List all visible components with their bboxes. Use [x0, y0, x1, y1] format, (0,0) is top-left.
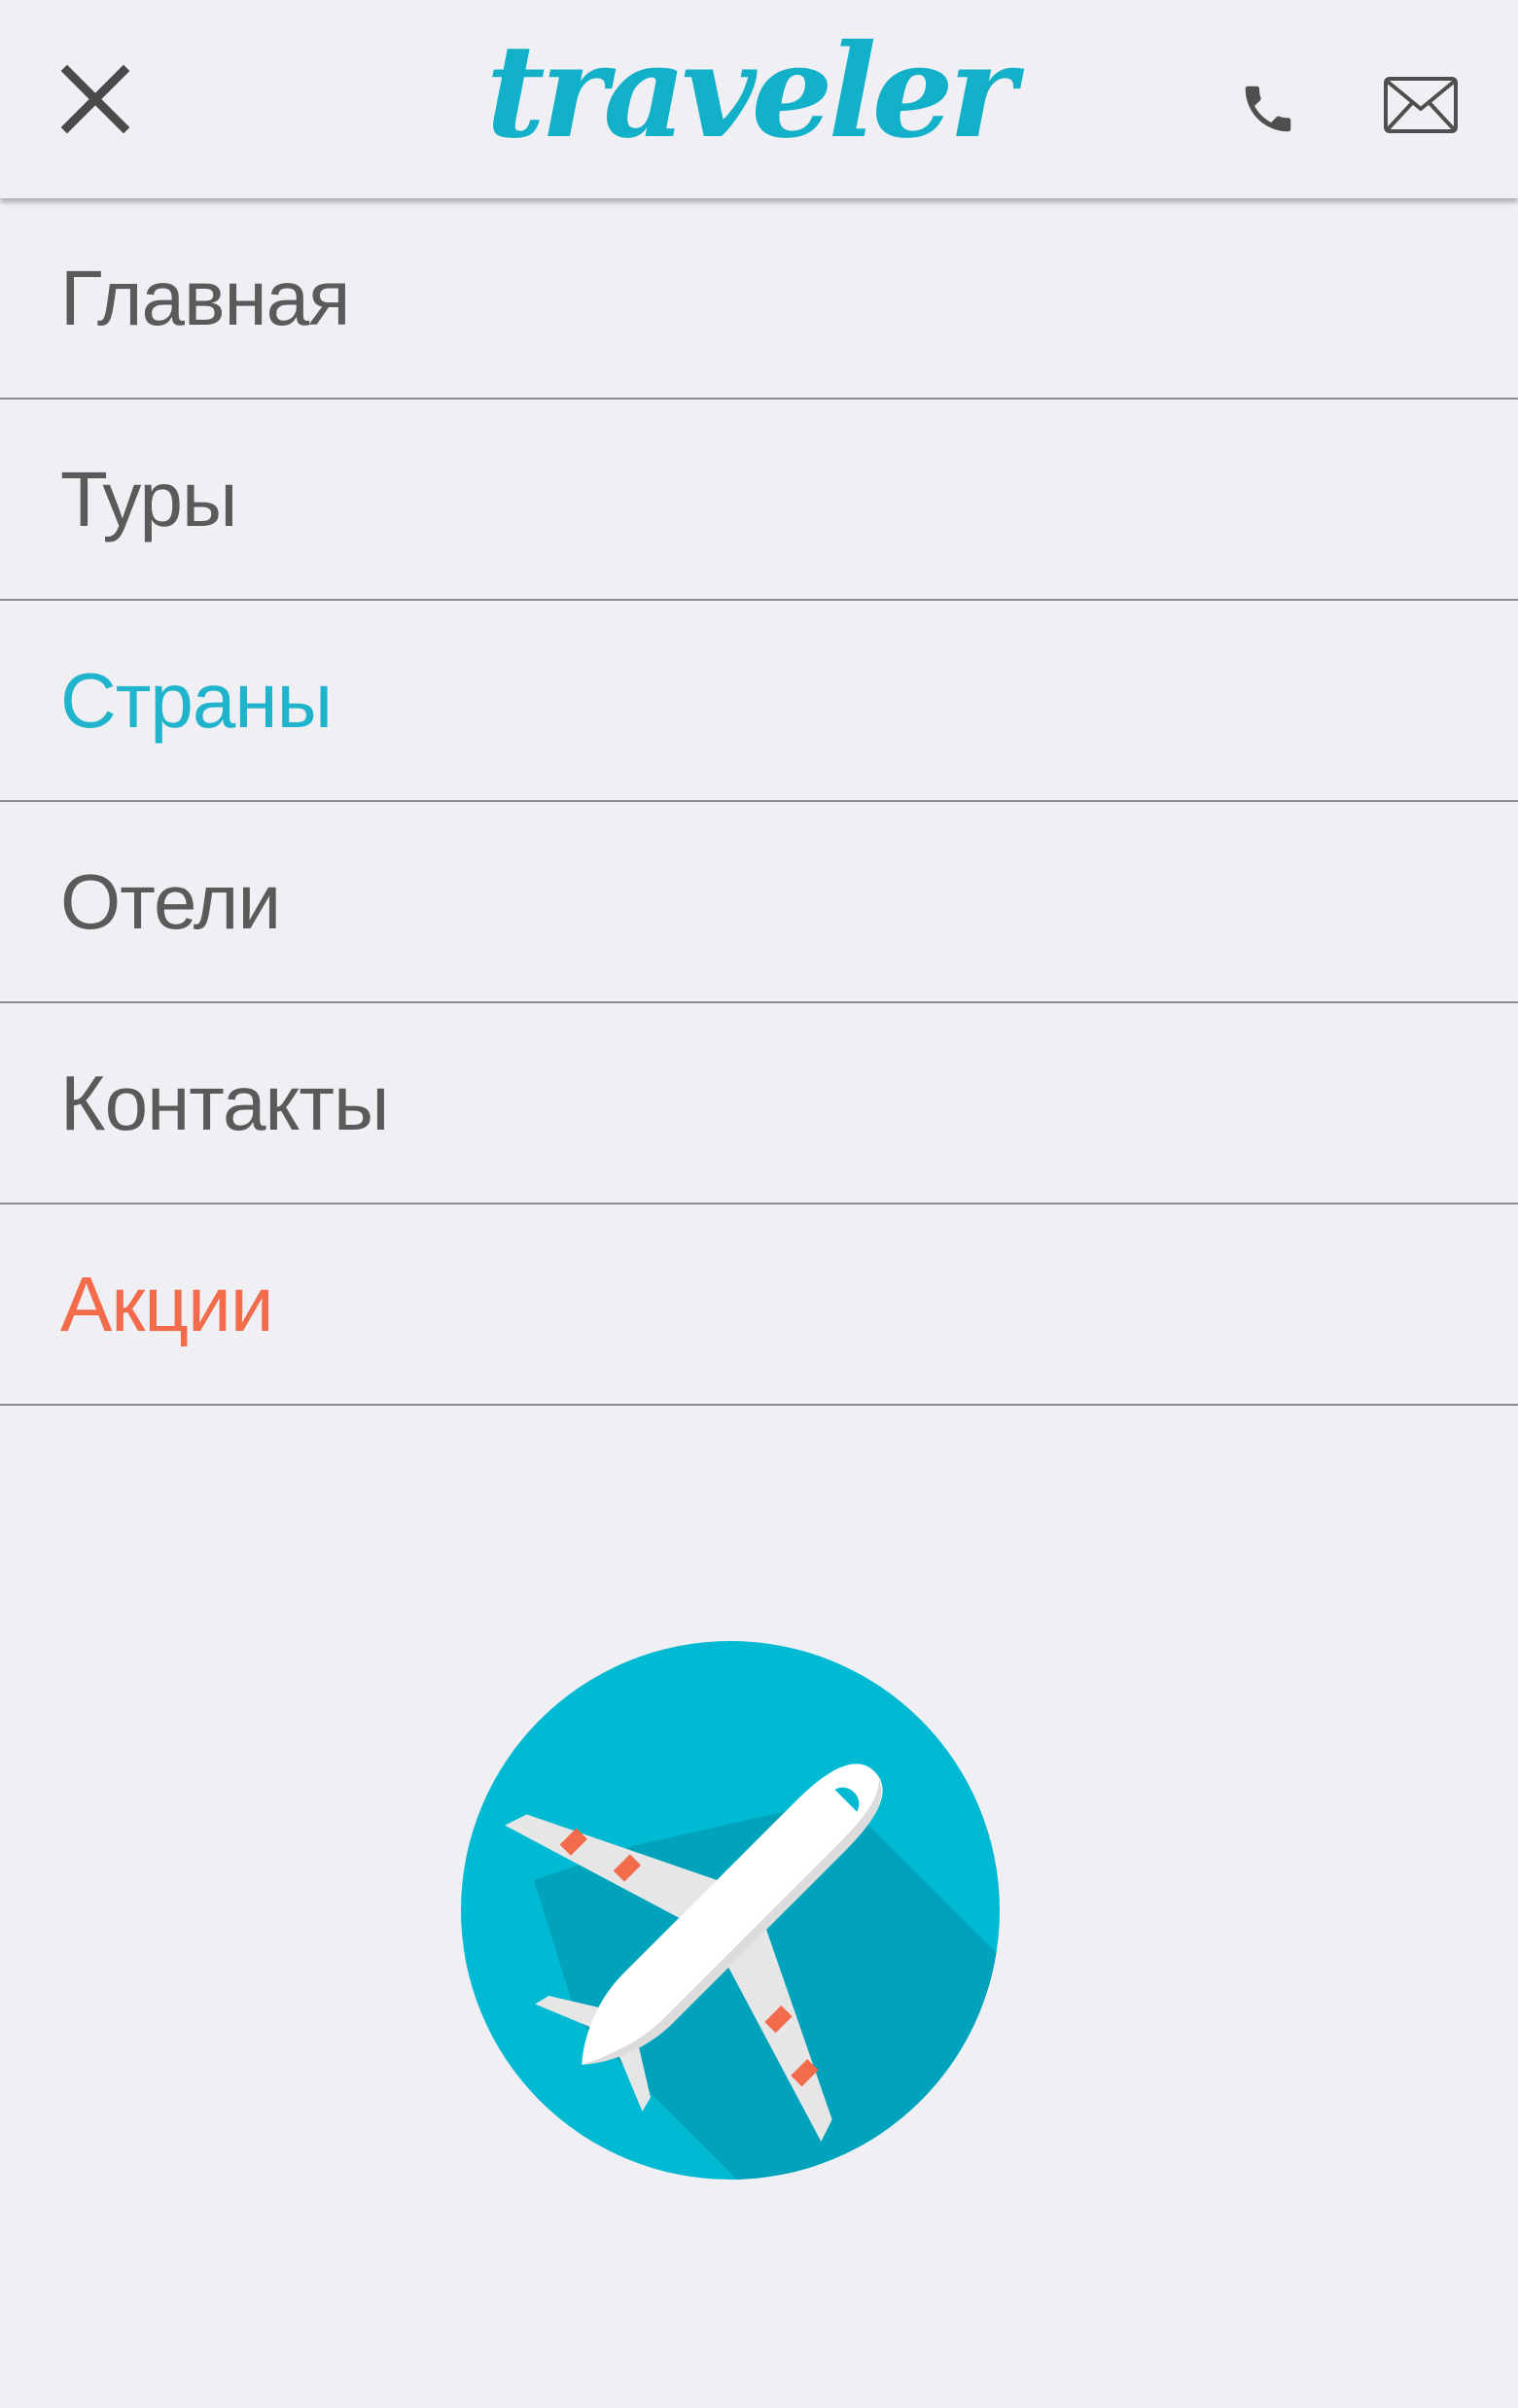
airplane-icon — [461, 1641, 1000, 2180]
menu-item-label: Отели — [60, 857, 281, 945]
menu-item-tours[interactable]: Туры — [0, 400, 1518, 601]
phone-icon — [1238, 79, 1298, 144]
close-menu-button[interactable] — [49, 54, 142, 148]
close-icon — [60, 64, 130, 138]
menu-item-home[interactable]: Главная — [0, 198, 1518, 400]
menu-item-label: Туры — [60, 455, 237, 542]
menu-item-label: Главная — [60, 254, 350, 341]
mail-icon — [1383, 76, 1459, 139]
menu-item-label: Контакты — [60, 1059, 390, 1146]
menu-item-contacts[interactable]: Контакты — [0, 1003, 1518, 1204]
main-menu: Главная Туры Страны Отели Контакты Акции — [0, 198, 1518, 1406]
app-header: traveler — [0, 0, 1518, 198]
call-button[interactable] — [1227, 70, 1309, 152]
menu-item-hotels[interactable]: Отели — [0, 802, 1518, 1003]
menu-item-label: Страны — [60, 656, 333, 744]
menu-item-countries[interactable]: Страны — [0, 601, 1518, 802]
brand-logo[interactable]: traveler — [486, 19, 1016, 165]
email-button[interactable] — [1379, 70, 1463, 144]
menu-item-promotions[interactable]: Акции — [0, 1204, 1518, 1406]
airplane-badge — [461, 1641, 1000, 2180]
menu-item-label: Акции — [60, 1260, 274, 1347]
